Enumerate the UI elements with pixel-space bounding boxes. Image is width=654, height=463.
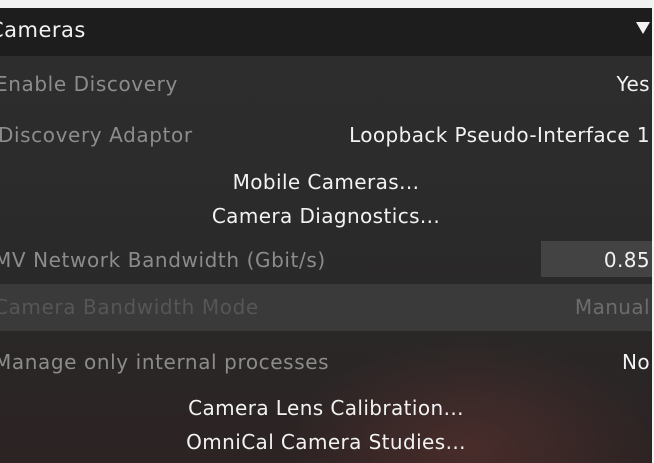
triangle-down-icon[interactable]	[636, 22, 650, 34]
section-title: Cameras	[0, 18, 86, 42]
cameras-settings-panel: Cameras Enable Discovery Yes Discovery A…	[0, 8, 652, 463]
discovery-adaptor-row: Discovery Adaptor Loopback Pseudo-Interf…	[0, 115, 652, 155]
camera-bandwidth-mode-row: Camera Bandwidth Mode Manual	[0, 284, 652, 331]
mv-network-bandwidth-input[interactable]: 0.85	[541, 241, 652, 277]
manage-internal-processes-label: Manage only internal processes	[0, 350, 330, 374]
mobile-cameras-button[interactable]: Mobile Cameras...	[0, 170, 652, 194]
camera-diagnostics-button[interactable]: Camera Diagnostics...	[0, 204, 652, 228]
camera-bandwidth-mode-label: Camera Bandwidth Mode	[0, 295, 259, 319]
discovery-adaptor-dropdown[interactable]: Loopback Pseudo-Interface 1	[349, 123, 650, 147]
discovery-adaptor-label: Discovery Adaptor	[0, 123, 193, 147]
screenshot-frame: Cameras Enable Discovery Yes Discovery A…	[0, 0, 654, 463]
enable-discovery-label: Enable Discovery	[0, 72, 178, 96]
camera-bandwidth-mode-value: Manual	[574, 295, 650, 319]
omnical-camera-studies-button[interactable]: OmniCal Camera Studies...	[0, 430, 652, 454]
cameras-section-header[interactable]: Cameras	[0, 8, 652, 56]
manage-internal-processes-value[interactable]: No	[622, 350, 650, 374]
camera-lens-calibration-button[interactable]: Camera Lens Calibration...	[0, 396, 652, 420]
enable-discovery-value[interactable]: Yes	[617, 72, 651, 96]
manage-internal-processes-row: Manage only internal processes No	[0, 342, 652, 382]
enable-discovery-row: Enable Discovery Yes	[0, 64, 652, 104]
mv-network-bandwidth-label: MV Network Bandwidth (Gbit/s)	[0, 248, 326, 272]
mv-network-bandwidth-value: 0.85	[603, 248, 650, 272]
